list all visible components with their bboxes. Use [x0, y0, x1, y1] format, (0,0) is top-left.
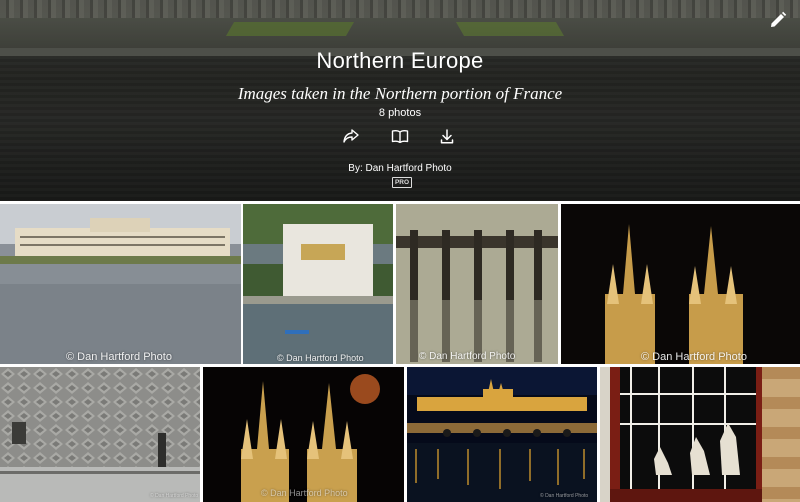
photo-watermark: © Dan Hartford Photo: [66, 351, 172, 363]
photo-prague-night[interactable]: © Dan Hartford Photo: [407, 367, 597, 502]
photo-watermark: © Dan Hartford Photo: [641, 351, 747, 363]
pencil-icon[interactable]: [769, 11, 787, 29]
photo-watermark: © Dan Hartford Photo: [419, 351, 516, 362]
photo-window-cats[interactable]: [600, 367, 800, 502]
pro-badge: PRO: [392, 177, 412, 188]
photo-watermark: © Dan Hartford Photo: [150, 493, 199, 499]
album-actions: [0, 125, 800, 147]
photo-watermark: © Dan Hartford Photo: [261, 488, 348, 498]
photo-patterned-wall[interactable]: © Dan Hartford Photo: [0, 367, 200, 502]
album-title: Northern Europe: [316, 48, 484, 73]
photo-watermark: © Dan Hartford Photo: [540, 493, 589, 499]
album-author[interactable]: By: Dan Hartford Photo: [0, 163, 800, 174]
album-description: Images taken in the Northern portion of …: [237, 84, 563, 103]
photo-church-spires-night[interactable]: © Dan Hartford Photo: [561, 204, 800, 364]
share-icon[interactable]: [340, 125, 362, 147]
album-header: Northern Europe Images taken in the Nort…: [0, 0, 800, 201]
photo-spires-moon[interactable]: © Dan Hartford Photo: [203, 367, 404, 502]
photo-count: 8 photos: [378, 107, 422, 119]
photo-pier-posts[interactable]: © Dan Hartford Photo: [396, 204, 558, 364]
download-icon[interactable]: [436, 125, 458, 147]
photo-palace-lake[interactable]: © Dan Hartford Photo: [0, 204, 241, 364]
photo-watermark: © Dan Hartford Photo: [277, 353, 364, 363]
photo-lake-house[interactable]: © Dan Hartford Photo: [243, 204, 393, 364]
slideshow-icon[interactable]: [389, 125, 411, 147]
